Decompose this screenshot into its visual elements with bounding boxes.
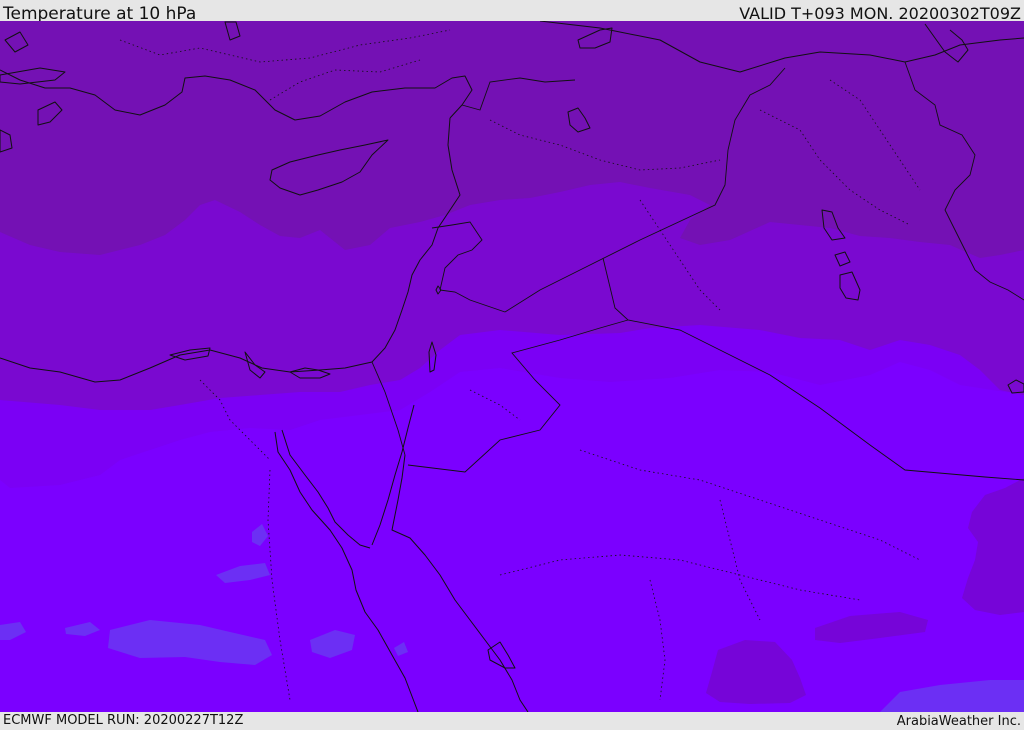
temperature-map[interactable]	[0, 21, 1024, 712]
model-run: ECMWF MODEL RUN: 20200227T12Z	[3, 713, 244, 728]
credit-text: ArabiaWeather Inc.	[896, 714, 1021, 729]
footer-bar: ECMWF MODEL RUN: 20200227T12Z ArabiaWeat…	[0, 712, 1024, 729]
map-canvas	[0, 21, 1024, 712]
header-bar: Temperature at 10 hPa VALID T+093 MON. 2…	[0, 0, 1024, 24]
